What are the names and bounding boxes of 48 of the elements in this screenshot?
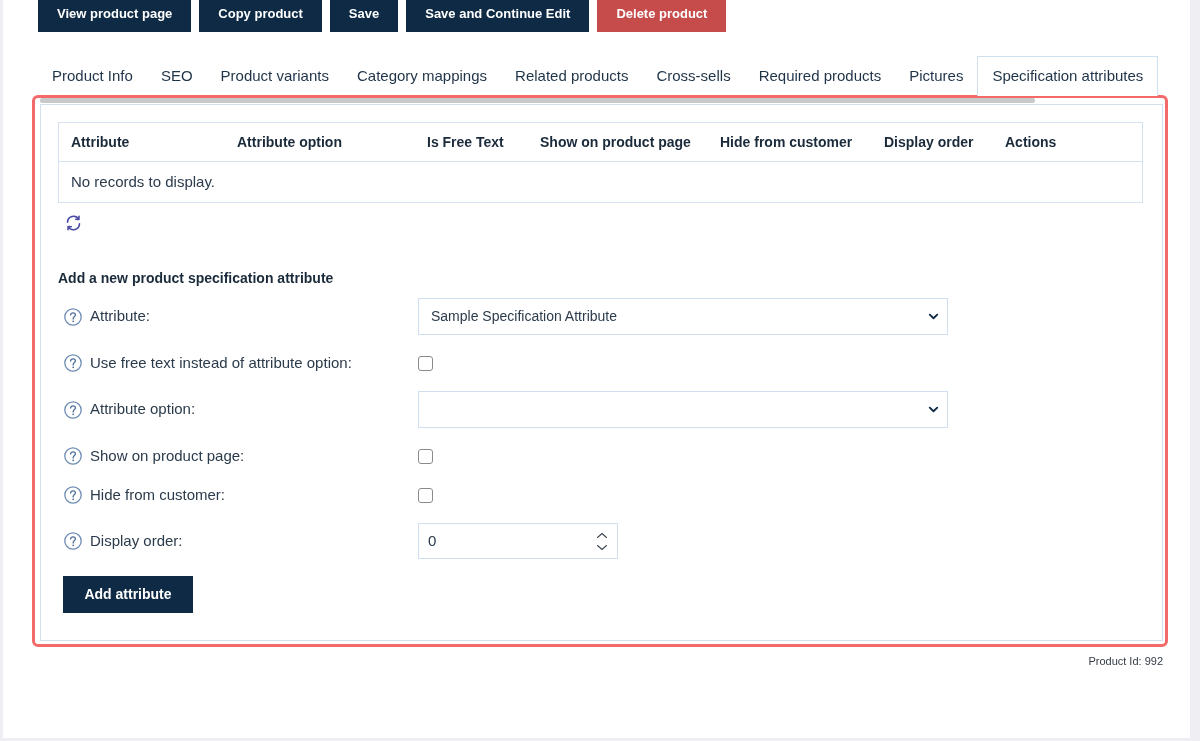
tab[interactable]: Specification attributes [977, 56, 1159, 96]
column-header: Attribute option [236, 132, 343, 152]
toolbar-button[interactable]: Save [329, 0, 399, 32]
field-label: Show on product page: [90, 445, 245, 466]
tab[interactable]: Required products [744, 56, 896, 96]
tab[interactable]: Cross-sells [642, 56, 745, 96]
column-header: Attribute [70, 132, 131, 152]
refresh-icon[interactable] [65, 215, 82, 231]
help-icon[interactable] [64, 447, 82, 465]
help-icon[interactable] [64, 354, 82, 372]
field-label: Attribute: [90, 306, 151, 327]
add-attribute-button[interactable]: Add attribute [63, 576, 193, 613]
tab-scrollbar[interactable] [40, 98, 1035, 103]
toolbar-button[interactable]: Save and Continue Edit [406, 0, 590, 32]
field-label: Display order: [90, 530, 183, 551]
form-heading: Add a new product specification attribute [58, 269, 335, 287]
toolbar-button[interactable]: Copy product [199, 0, 322, 32]
tab[interactable]: Related products [501, 56, 643, 96]
tab[interactable]: Product variants [206, 56, 343, 96]
help-icon[interactable] [64, 486, 82, 504]
help-icon[interactable] [64, 532, 82, 550]
tab[interactable]: Product Info [38, 56, 147, 96]
tab[interactable]: Pictures [895, 56, 978, 96]
column-header: Display order [883, 132, 975, 152]
help-icon[interactable] [64, 307, 82, 326]
number-field[interactable]: 0 [418, 523, 618, 559]
toolbar-button[interactable]: Delete product [597, 0, 727, 32]
checkbox[interactable] [418, 355, 433, 371]
product-id-text: Product Id: 992 [1088, 654, 1163, 669]
column-header: Show on product page [539, 132, 692, 152]
checkbox[interactable] [418, 448, 433, 464]
empty-message: No records to display. [70, 171, 215, 192]
field-label: Attribute option: [90, 399, 196, 420]
caret-icon[interactable] [928, 406, 939, 413]
spinner-icon[interactable] [596, 531, 608, 551]
select-field[interactable]: Sample Specification Attribute [418, 298, 948, 335]
select-field[interactable] [418, 391, 948, 428]
tab[interactable]: Category mappings [342, 56, 502, 96]
column-header: Actions [1004, 132, 1058, 152]
tab[interactable]: SEO [146, 56, 207, 96]
checkbox[interactable] [418, 487, 433, 503]
field-label: Hide from customer: [90, 484, 226, 505]
help-icon[interactable] [64, 400, 82, 419]
column-header: Is Free Text [426, 132, 505, 152]
field-label: Use free text instead of attribute option: [90, 352, 352, 373]
caret-icon[interactable] [928, 313, 939, 320]
column-header: Hide from customer [719, 132, 854, 152]
toolbar-button[interactable]: View product page [38, 0, 192, 32]
